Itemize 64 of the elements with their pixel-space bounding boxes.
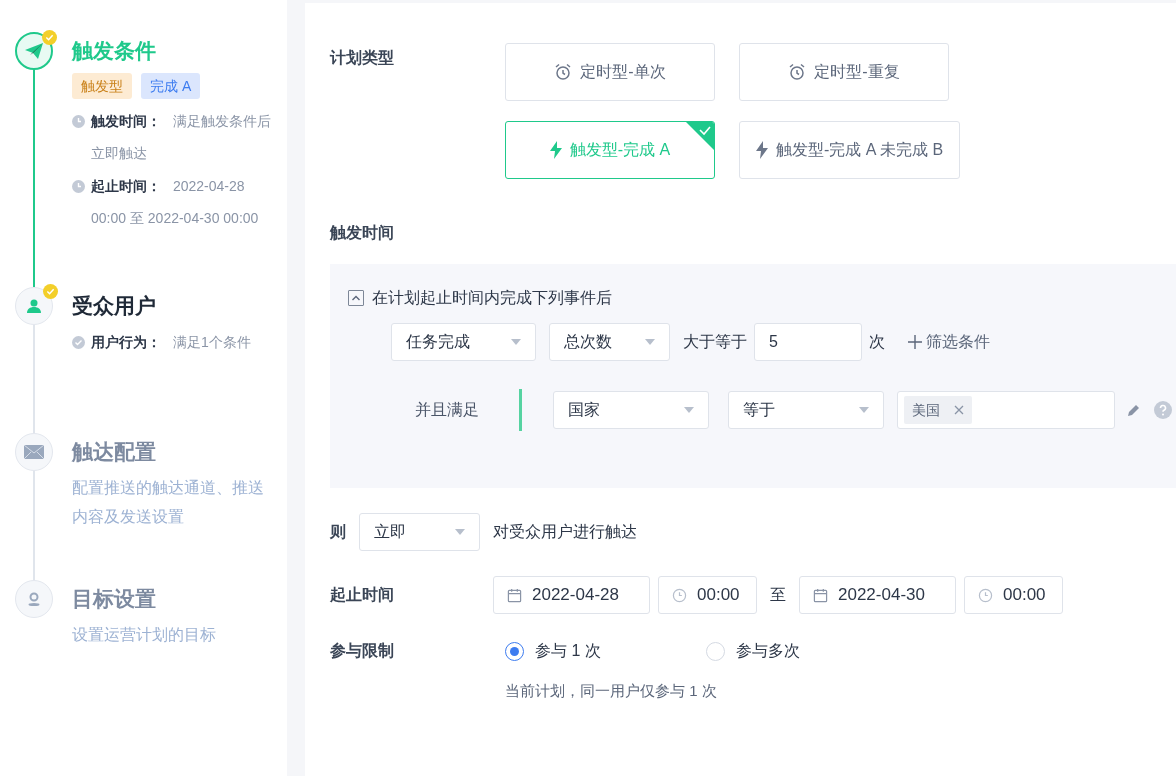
calendar-icon — [813, 587, 828, 603]
lightning-icon — [756, 141, 768, 159]
plan-type-option[interactable]: 定时型-重复 — [739, 43, 949, 101]
date-picker[interactable]: 2022-04-28 — [493, 576, 650, 614]
clock-icon — [72, 115, 85, 128]
caret-icon — [859, 407, 869, 413]
field-label: 计划类型 — [330, 48, 395, 67]
detail-text: 触发时间： 满足触发条件后立即触达 — [91, 112, 272, 163]
step-title[interactable]: 受众用户 — [72, 287, 156, 325]
number-input-field[interactable]: 5 — [754, 323, 862, 361]
help-icon[interactable] — [1154, 401, 1172, 419]
dropdown[interactable]: 任务完成 — [391, 323, 536, 361]
field-label: 则 — [330, 522, 347, 542]
unit-label: 次 — [869, 332, 885, 352]
section-title: 在计划起止时间内完成下列事件后 — [372, 288, 612, 308]
clock-icon — [672, 587, 687, 603]
detail-text: 用户行为： 满足1个条件 — [91, 333, 252, 352]
radio-option[interactable]: 参与 1 次 — [505, 639, 706, 663]
user-icon — [26, 298, 42, 314]
date-picker[interactable]: 2022-04-30 — [799, 576, 956, 614]
clock-icon — [978, 587, 993, 603]
collapse-icon[interactable] — [348, 290, 364, 306]
tag: 触发型 — [72, 73, 132, 99]
dropdown[interactable]: 国家 — [553, 391, 709, 429]
step-description: 配置推送的触达通道、推送内容及发送设置 — [72, 478, 265, 527]
detail-text: 起止时间： 2022-04-28 00:00 至 2022-04-30 00:00 — [91, 177, 260, 228]
paper-plane-icon — [24, 42, 44, 60]
envelope-icon — [24, 445, 44, 459]
caret-icon — [684, 407, 694, 413]
field-label: 参与限制 — [330, 641, 395, 661]
plan-type-option[interactable]: 触发型-完成 A 未完成 B — [739, 121, 961, 179]
alarm-clock-icon — [788, 63, 807, 81]
action-text: 对受众用户进行触达 — [493, 522, 637, 542]
tag: 完成 A — [141, 73, 201, 99]
tag-input-field[interactable]: 美国 — [897, 391, 1115, 429]
caret-icon — [645, 339, 655, 345]
radio-option[interactable]: 参与多次 — [706, 639, 907, 663]
hint-text: 当前计划，同一用户仅参与 1 次 — [505, 681, 717, 701]
field-label: 触发时间 — [330, 223, 394, 243]
time-picker[interactable]: 00:00 — [658, 576, 757, 614]
caret-icon — [455, 529, 465, 535]
close-icon[interactable] — [954, 405, 964, 415]
dropdown[interactable]: 等于 — [728, 391, 884, 429]
pencil-icon[interactable] — [1127, 403, 1141, 417]
operator-label: 大于等于 — [683, 332, 747, 352]
clock-icon — [72, 180, 85, 193]
add-filter-button[interactable]: 筛选条件 — [908, 330, 990, 354]
location-pin-icon — [27, 592, 41, 606]
caret-icon — [511, 339, 521, 345]
step-description: 设置运营计划的目标 — [72, 625, 217, 645]
conjunction-label: 并且满足 — [415, 400, 480, 420]
dropdown[interactable]: 立即 — [359, 513, 480, 551]
time-picker[interactable]: 00:00 — [964, 576, 1063, 614]
tag: 美国 — [904, 396, 972, 424]
calendar-icon — [507, 587, 522, 603]
check-circle-icon — [72, 336, 85, 349]
field-label: 起止时间 — [330, 585, 395, 605]
plan-type-option[interactable]: 定时型-单次 — [505, 43, 715, 101]
lightning-icon — [549, 141, 562, 159]
range-separator: 至 — [770, 585, 786, 605]
dropdown[interactable]: 总次数 — [549, 323, 670, 361]
selected-check-icon — [686, 122, 714, 150]
plus-icon — [908, 335, 922, 349]
alarm-clock-icon — [554, 63, 573, 81]
